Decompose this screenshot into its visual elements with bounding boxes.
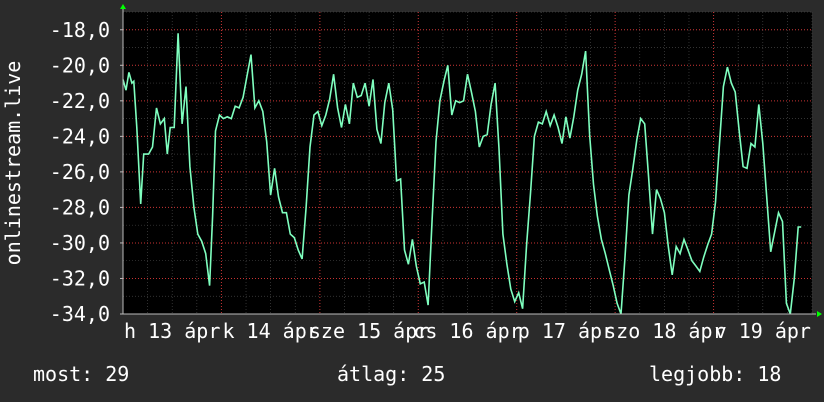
x-tick-label: cs 16 ápr: [413, 319, 521, 343]
x-tick-label: v 19 ápr: [715, 319, 811, 343]
y-tick-label: -24,0: [50, 124, 110, 148]
temperature-chart: -18,0 -20,0 -22,0 -24,0 -26,0 -28,0 -30,0 -32,0…: [1, 4, 822, 343]
y-tick-labels: -18,0 -20,0 -22,0 -24,0 -26,0 -28,0 -30,0 -32,0…: [50, 18, 123, 326]
y-tick-label: -26,0: [50, 160, 110, 184]
average-value: átlag: 25: [337, 362, 446, 386]
x-tick-label: h 13 ápr: [124, 319, 220, 343]
x-tick-label: k 14 ápr: [222, 319, 318, 343]
y-tick-label: -30,0: [50, 231, 110, 255]
x-tick-label: sze 15 ápr: [309, 319, 429, 343]
y-axis-arrow-icon: [120, 4, 126, 9]
x-tick-label: szo 18 ápr: [604, 319, 724, 343]
x-tick-labels: h 13 ápr k 14 áprsze 15 áprcs 16 áprp 17 …: [124, 319, 811, 343]
current-value: most: 29: [33, 362, 130, 386]
x-tick-label: p 17 ápr: [518, 319, 614, 343]
y-tick-label: -32,0: [50, 266, 110, 290]
y-tick-label: -34,0: [50, 302, 110, 326]
x-axis-arrow-icon: [817, 311, 822, 317]
best-value: legjobb: 18: [649, 362, 782, 386]
y-tick-label: -20,0: [50, 53, 110, 77]
y-tick-label: -28,0: [50, 195, 110, 219]
y-tick-label: -22,0: [50, 89, 110, 113]
y-tick-label: -18,0: [50, 18, 110, 42]
y-axis-label: onlinestream.live: [1, 61, 25, 266]
